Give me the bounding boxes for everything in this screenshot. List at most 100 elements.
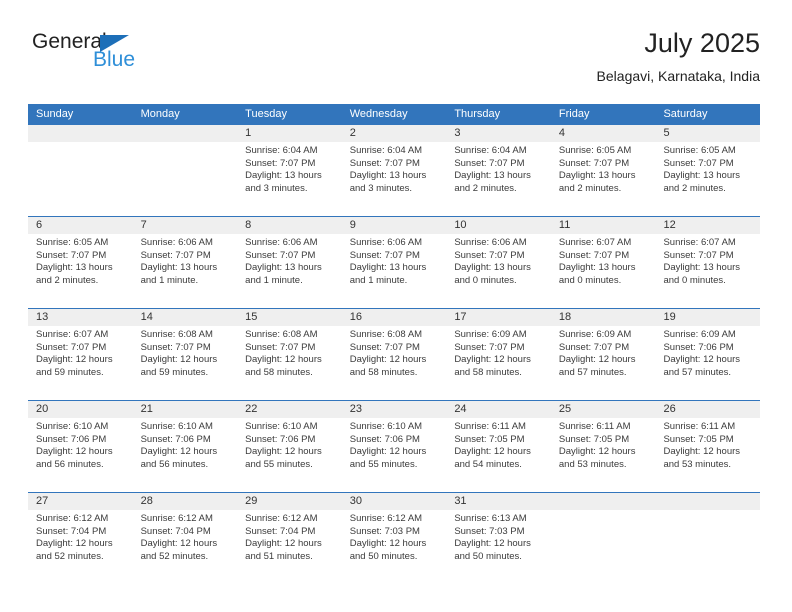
day-daylight-line: Daylight: 12 hours [245, 354, 322, 366]
calendar-week-cells: 6 Sunrise: 6:05 AM Sunset: 7:07 PM Daylight… [28, 217, 760, 308]
day-sunset-line: Sunset: 7:07 PM [663, 249, 734, 261]
weekday-header-sunday: Sunday [36, 108, 74, 120]
calendar-day-cell[interactable]: 22 Sunrise: 6:10 AM Sunset: 7:06 PM Dayligh… [237, 401, 342, 492]
day-daylight-line: Daylight: 13 hours [454, 262, 531, 274]
calendar-day-cell[interactable]: 31 Sunrise: 6:13 AM Sunset: 7:03 PM Dayligh… [446, 493, 551, 584]
day-daylight-line: Daylight: 13 hours [558, 170, 636, 182]
calendar-day-cell[interactable]: 7 Sunrise: 6:06 AM Sunset: 7:07 PM Daylight… [133, 217, 238, 308]
day-daylight-line: Daylight: 12 hours [36, 446, 113, 458]
day-daylight-line: Daylight: 12 hours [140, 354, 218, 366]
calendar-day-cell[interactable]: 2 Sunrise: 6:04 AM Sunset: 7:07 PM Daylight… [342, 125, 447, 216]
day-sun-info: Sunrise: 6:06 AM Sunset: 7:07 PM Daylight:… [141, 237, 235, 287]
calendar-week-row: 27 Sunrise: 6:12 AM Sunset: 7:04 PM Dayligh… [28, 492, 760, 584]
calendar-day-cell[interactable]: 8 Sunrise: 6:06 AM Sunset: 7:07 PM Daylight… [237, 217, 342, 308]
day-sun-info: Sunrise: 6:12 AM Sunset: 7:04 PM Daylight:… [36, 513, 130, 563]
calendar-day-cell[interactable]: 25 Sunrise: 6:11 AM Sunset: 7:05 PM Dayligh… [551, 401, 656, 492]
day-sunrise-line: Sunrise: 6:09 AM [454, 329, 527, 340]
day-daylight-line: and 53 minutes. [663, 458, 732, 470]
day-sunset-line: Sunset: 7:06 PM [663, 341, 734, 353]
calendar-day-cell[interactable]: 20 Sunrise: 6:10 AM Sunset: 7:06 PM Dayligh… [28, 401, 133, 492]
day-daylight-line: and 2 minutes. [454, 182, 517, 194]
day-daylight-line: Daylight: 13 hours [663, 170, 741, 182]
calendar-day-cell[interactable]: 12 Sunrise: 6:07 AM Sunset: 7:07 PM Dayligh… [655, 217, 760, 308]
day-sun-info: Sunrise: 6:04 AM Sunset: 7:07 PM Daylight:… [350, 145, 444, 195]
day-daylight-line: Daylight: 12 hours [454, 446, 531, 458]
day-sunset-line: Sunset: 7:03 PM [349, 525, 420, 537]
day-sunset-line: Sunset: 7:07 PM [454, 249, 525, 261]
day-sunrise-line: Sunrise: 6:07 AM [663, 237, 736, 248]
calendar-day-cell-empty [28, 125, 133, 216]
day-sunset-line: Sunset: 7:07 PM [558, 157, 630, 169]
weekday-header-thursday: Thursday [454, 108, 501, 120]
day-daylight-line: Daylight: 12 hours [663, 354, 741, 366]
calendar-day-cell[interactable]: 19 Sunrise: 6:09 AM Sunset: 7:06 PM Dayligh… [655, 309, 760, 400]
calendar-day-cell[interactable]: 21 Sunrise: 6:10 AM Sunset: 7:06 PM Dayligh… [133, 401, 238, 492]
day-daylight-line: and 56 minutes. [140, 458, 209, 470]
calendar-day-cell[interactable]: 14 Sunrise: 6:08 AM Sunset: 7:07 PM Dayligh… [133, 309, 238, 400]
day-daylight-line: and 53 minutes. [558, 458, 627, 470]
calendar-day-cell[interactable]: 18 Sunrise: 6:09 AM Sunset: 7:07 PM Dayligh… [551, 309, 656, 400]
day-daylight-line: and 52 minutes. [36, 550, 104, 562]
general-blue-logo[interactable]: General Blue [32, 30, 262, 86]
calendar-week-row: 20 Sunrise: 6:10 AM Sunset: 7:06 PM Dayligh… [28, 400, 760, 492]
day-sun-info: Sunrise: 6:07 AM Sunset: 7:07 PM Daylight:… [559, 237, 653, 287]
day-daylight-line: and 3 minutes. [349, 182, 413, 194]
day-sunset-line: Sunset: 7:04 PM [245, 525, 316, 537]
calendar-day-cell[interactable]: 17 Sunrise: 6:09 AM Sunset: 7:07 PM Dayligh… [446, 309, 551, 400]
day-sunrise-line: Sunrise: 6:04 AM [454, 145, 527, 156]
day-daylight-line: Daylight: 12 hours [454, 354, 531, 366]
day-number: 15 [245, 311, 258, 323]
calendar-day-cell[interactable]: 26 Sunrise: 6:11 AM Sunset: 7:05 PM Dayligh… [655, 401, 760, 492]
day-sun-info: Sunrise: 6:05 AM Sunset: 7:07 PM Daylight:… [663, 145, 757, 195]
logo-text-blue: Blue [93, 48, 136, 71]
day-sunrise-line: Sunrise: 6:06 AM [349, 237, 423, 248]
day-sunrise-line: Sunrise: 6:04 AM [245, 145, 318, 156]
day-sunrise-line: Sunrise: 6:12 AM [36, 513, 109, 524]
day-daylight-line: Daylight: 13 hours [36, 262, 113, 274]
calendar-day-cell[interactable]: 10 Sunrise: 6:06 AM Sunset: 7:07 PM Dayligh… [446, 217, 551, 308]
day-sun-info: Sunrise: 6:08 AM Sunset: 7:07 PM Daylight:… [350, 329, 444, 379]
day-sunrise-line: Sunrise: 6:08 AM [245, 329, 318, 340]
day-daylight-line: and 59 minutes. [140, 366, 209, 378]
calendar-day-cell-empty [133, 125, 238, 216]
day-sunrise-line: Sunrise: 6:11 AM [663, 421, 736, 432]
calendar-day-cell[interactable]: 4 Sunrise: 6:05 AM Sunset: 7:07 PM Daylight… [551, 125, 656, 216]
day-sunrise-line: Sunrise: 6:05 AM [558, 145, 632, 156]
calendar-day-cell[interactable]: 28 Sunrise: 6:12 AM Sunset: 7:04 PM Dayligh… [133, 493, 238, 584]
weekday-header-row: Sunday Monday Tuesday Wednesday Thursday Frid… [28, 104, 760, 125]
calendar-day-cell[interactable]: 16 Sunrise: 6:08 AM Sunset: 7:07 PM Dayligh… [342, 309, 447, 400]
weekday-header-tuesday: Tuesday [245, 108, 287, 120]
calendar-day-cell[interactable]: 27 Sunrise: 6:12 AM Sunset: 7:04 PM Dayligh… [28, 493, 133, 584]
calendar-day-cell[interactable]: 3 Sunrise: 6:04 AM Sunset: 7:07 PM Daylight… [446, 125, 551, 216]
day-sunrise-line: Sunrise: 6:10 AM [245, 421, 318, 432]
calendar-day-cell[interactable]: 11 Sunrise: 6:07 AM Sunset: 7:07 PM Dayligh… [551, 217, 656, 308]
day-sun-info: Sunrise: 6:10 AM Sunset: 7:06 PM Daylight:… [245, 421, 339, 471]
calendar-day-cell[interactable]: 1 Sunrise: 6:04 AM Sunset: 7:07 PM Daylight… [237, 125, 342, 216]
day-daylight-line: Daylight: 12 hours [140, 538, 218, 550]
calendar-day-cell[interactable]: 9 Sunrise: 6:06 AM Sunset: 7:07 PM Daylight… [342, 217, 447, 308]
calendar-day-cell[interactable]: 29 Sunrise: 6:12 AM Sunset: 7:04 PM Dayligh… [237, 493, 342, 584]
day-number: 24 [454, 403, 467, 415]
day-sun-info: Sunrise: 6:06 AM Sunset: 7:07 PM Daylight:… [350, 237, 444, 287]
day-sun-info: Sunrise: 6:07 AM Sunset: 7:07 PM Daylight:… [36, 329, 130, 379]
calendar-week-row: 1 Sunrise: 6:04 AM Sunset: 7:07 PM Daylight… [28, 125, 760, 216]
calendar-week-cells: 13 Sunrise: 6:07 AM Sunset: 7:07 PM Dayligh… [28, 309, 760, 400]
day-sunrise-line: Sunrise: 6:09 AM [558, 329, 632, 340]
calendar-day-cell[interactable]: 13 Sunrise: 6:07 AM Sunset: 7:07 PM Dayligh… [28, 309, 133, 400]
day-number: 14 [140, 311, 153, 323]
day-number: 25 [558, 403, 572, 415]
calendar-day-cell[interactable]: 23 Sunrise: 6:10 AM Sunset: 7:06 PM Dayligh… [342, 401, 447, 492]
calendar-day-cell[interactable]: 24 Sunrise: 6:11 AM Sunset: 7:05 PM Dayligh… [446, 401, 551, 492]
day-number: 9 [349, 219, 356, 231]
day-daylight-line: Daylight: 12 hours [245, 446, 322, 458]
day-daylight-line: Daylight: 12 hours [349, 538, 427, 550]
calendar-day-cell[interactable]: 30 Sunrise: 6:12 AM Sunset: 7:03 PM Dayligh… [342, 493, 447, 584]
calendar-day-cell[interactable]: 5 Sunrise: 6:05 AM Sunset: 7:07 PM Daylight… [655, 125, 760, 216]
day-sunrise-line: Sunrise: 6:13 AM [454, 513, 527, 524]
calendar-day-cell[interactable]: 6 Sunrise: 6:05 AM Sunset: 7:07 PM Daylight… [28, 217, 133, 308]
day-number: 27 [36, 495, 49, 507]
day-sunrise-line: Sunrise: 6:12 AM [140, 513, 213, 524]
day-number: 29 [245, 495, 258, 507]
calendar-day-cell[interactable]: 15 Sunrise: 6:08 AM Sunset: 7:07 PM Dayligh… [237, 309, 342, 400]
day-sun-info: Sunrise: 6:05 AM Sunset: 7:07 PM Daylight:… [36, 237, 130, 287]
